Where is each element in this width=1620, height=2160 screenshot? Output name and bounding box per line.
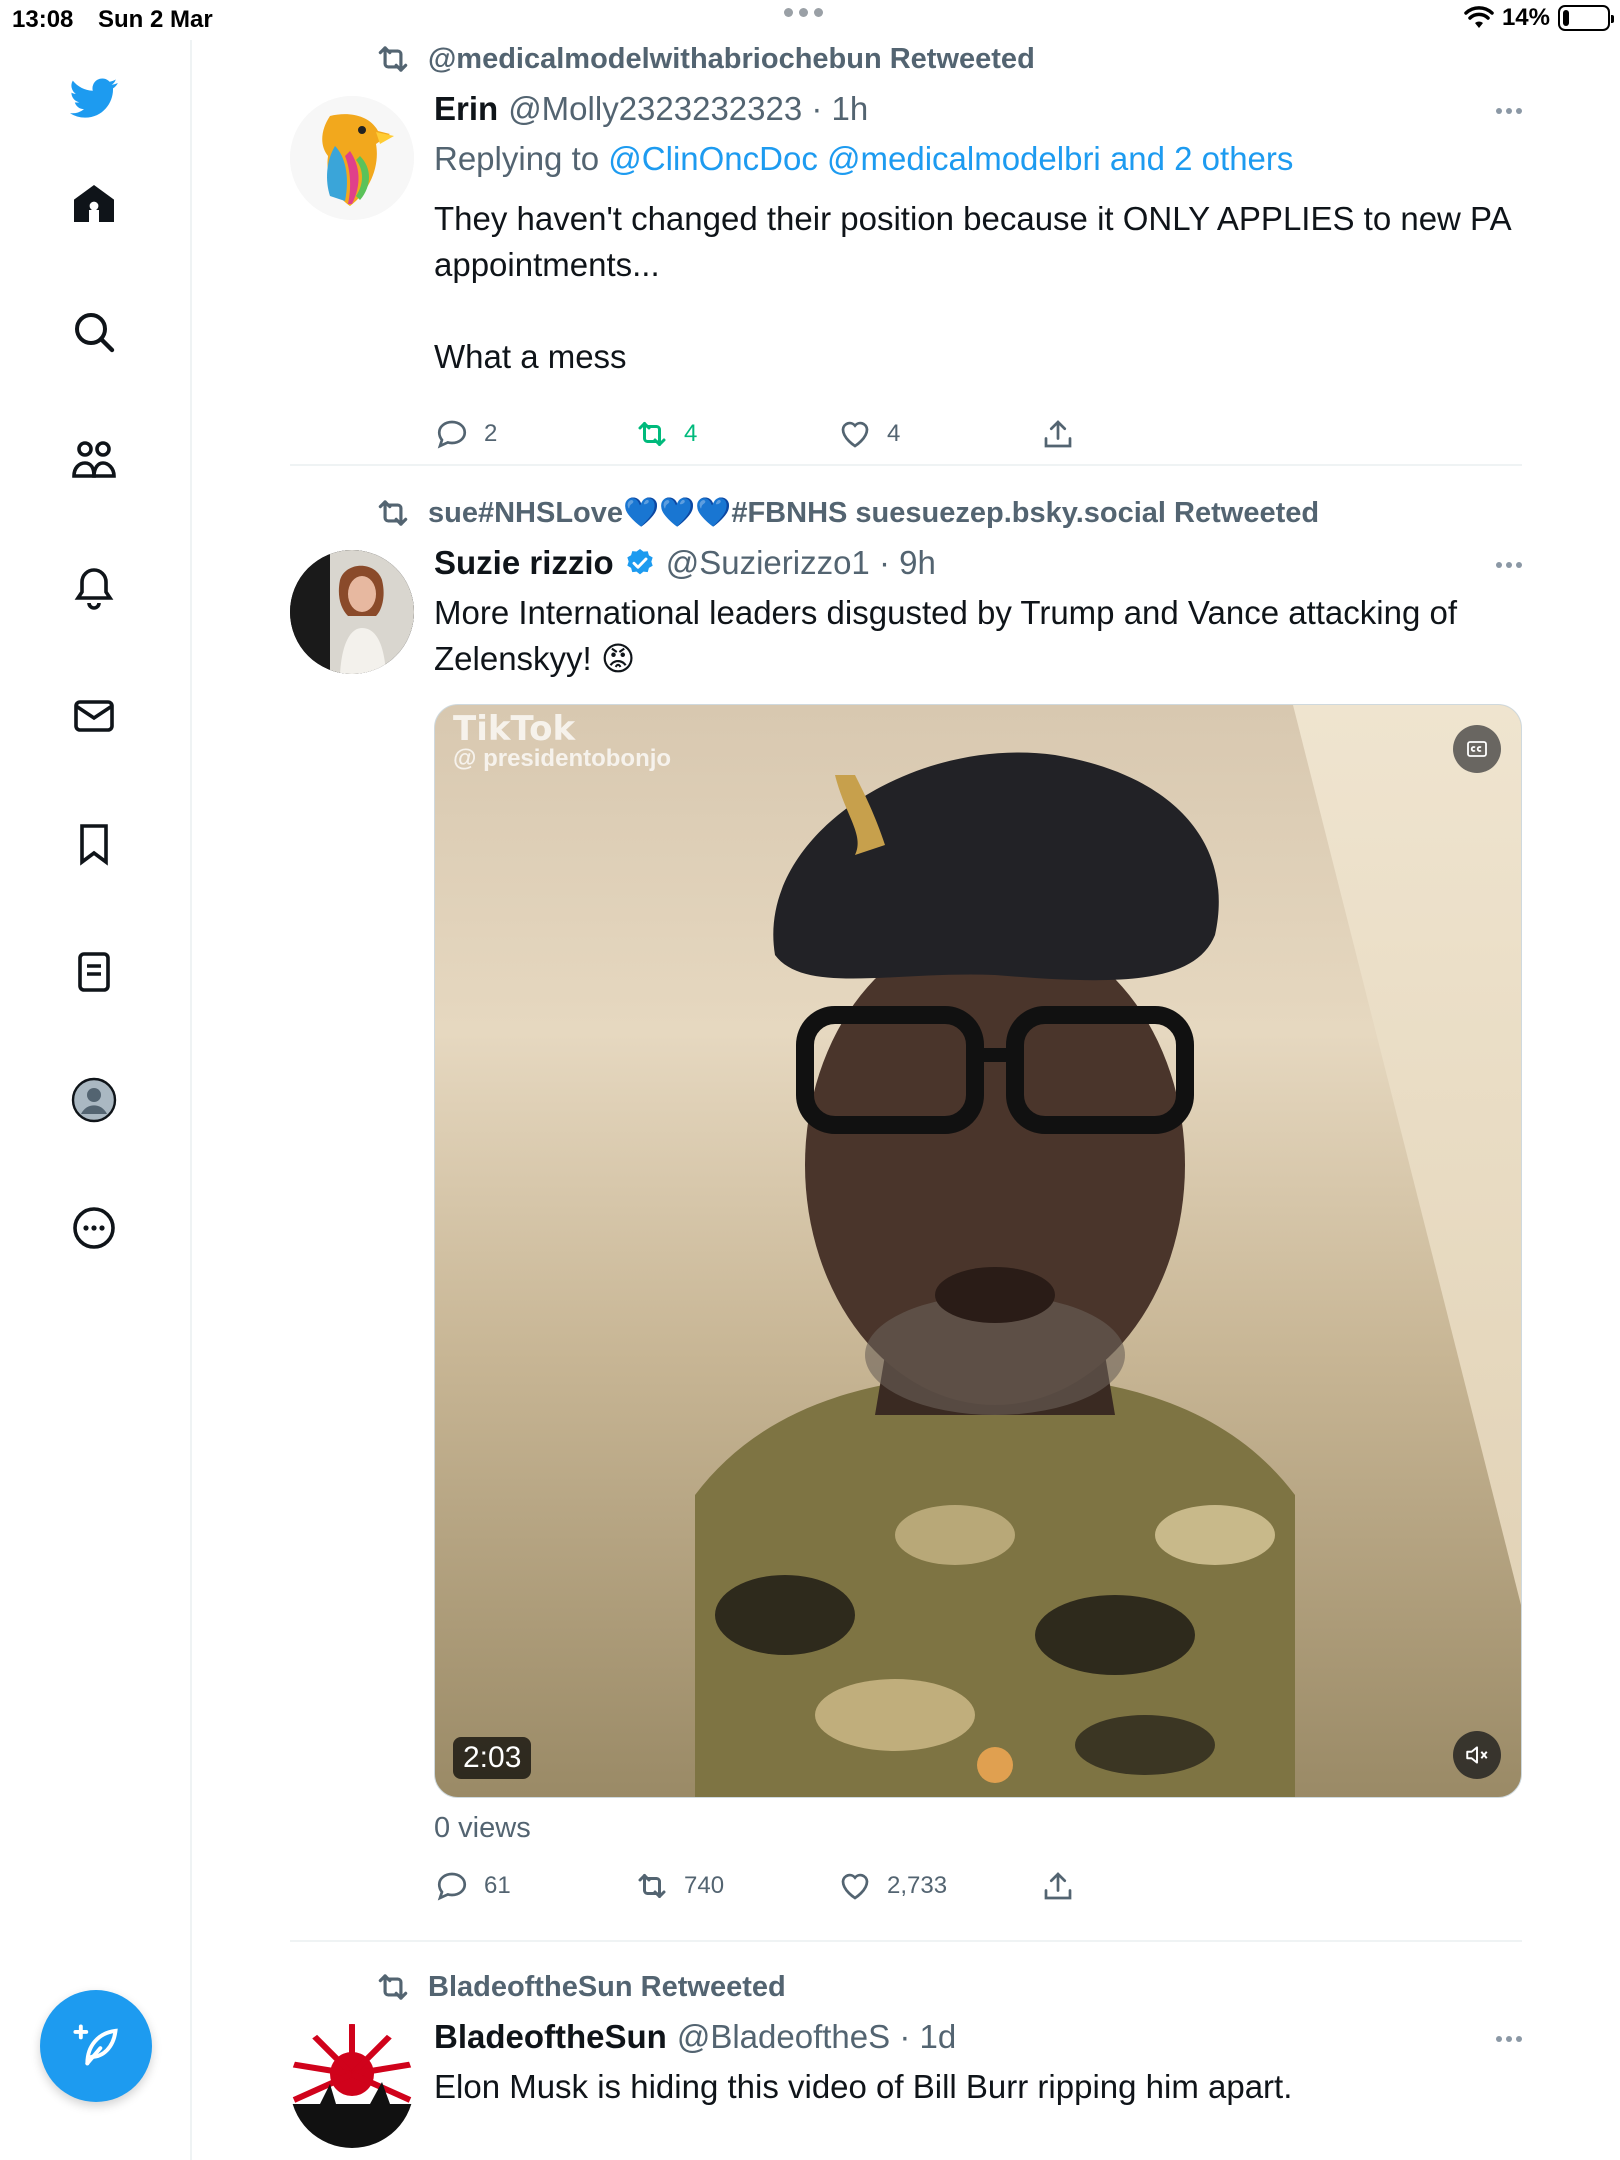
search-icon[interactable]: [66, 304, 122, 360]
messages-envelope-icon[interactable]: [66, 688, 122, 744]
author-handle-time[interactable]: @Molly2323232323 · 1h: [508, 90, 868, 128]
tweet-actions: 2 4 4: [434, 416, 1076, 452]
replying-to-prefix: Replying to: [434, 140, 600, 177]
reply-icon: [437, 1872, 467, 1901]
communities-icon[interactable]: [66, 432, 122, 488]
like-count: 2,733: [887, 1872, 948, 1899]
tweet-actions: 61 740 2,733: [434, 1868, 1076, 1904]
view-count: 0 views: [434, 1812, 531, 1844]
speaker-muted-icon: [1466, 1746, 1488, 1764]
retweet-count: 4: [684, 420, 698, 447]
retweet-context[interactable]: BladeoftheSun Retweeted: [374, 1968, 786, 2006]
tweet-divider: [290, 464, 1522, 466]
tweet-text: They haven't changed their position beca…: [434, 200, 1510, 375]
share-icon: [1044, 1872, 1072, 1900]
more-circle-icon[interactable]: [66, 1200, 122, 1256]
author-handle-time[interactable]: @BladeoftheS · 1d: [677, 2018, 956, 2056]
mute-button[interactable]: [1453, 1731, 1501, 1779]
share-button[interactable]: [1040, 1868, 1076, 1904]
like-button[interactable]: 2,733: [837, 1868, 1040, 1904]
heart-icon: [841, 421, 869, 448]
reply-count: 2: [484, 420, 498, 447]
retweet-icon: [378, 500, 408, 526]
notifications-bell-icon[interactable]: [66, 560, 122, 616]
status-indicators: 14%: [1464, 4, 1614, 32]
avatar[interactable]: [290, 2024, 414, 2148]
retweeted-by-text: sue#NHSLove💙💙💙#FBNHS suesuezep.bsky.soci…: [428, 497, 1320, 529]
like-button[interactable]: 4: [837, 416, 1040, 452]
watermark-title: TikTok: [453, 709, 576, 749]
retweet-context[interactable]: @medicalmodelwithabriochebun Retweeted: [374, 40, 1035, 78]
retweet-context[interactable]: sue#NHSLove💙💙💙#FBNHS suesuezep.bsky.soci…: [374, 494, 1319, 532]
twitter-bird-icon[interactable]: [66, 70, 122, 126]
tweet-more-button[interactable]: [1496, 108, 1522, 114]
tiktok-watermark: TikTok @ presidentobonjo: [453, 709, 671, 773]
tweet-card[interactable]: BladeoftheSun Retweeted BladeoftheSun @B…: [290, 1968, 1522, 2160]
multitasking-dots[interactable]: [784, 8, 823, 17]
retweet-button[interactable]: 4: [634, 416, 837, 452]
tweet-text: Elon Musk is hiding this video of Bill B…: [434, 2068, 1293, 2105]
sidebar-nav: [0, 40, 192, 2160]
like-count: 4: [887, 420, 901, 447]
video-duration: 2:03: [453, 1737, 532, 1779]
author-name[interactable]: Suzie rizzio: [434, 544, 614, 582]
lists-icon[interactable]: [66, 944, 122, 1000]
verified-badge-icon: [627, 549, 653, 575]
replying-to-link[interactable]: @ClinOncDoc @medicalmodelbri and 2 other…: [608, 140, 1293, 177]
avatar[interactable]: [290, 96, 414, 220]
battery-icon: [1558, 5, 1614, 31]
reply-button[interactable]: 2: [434, 416, 634, 452]
author-name[interactable]: Erin: [434, 90, 498, 128]
reply-icon: [437, 420, 467, 449]
retweeted-by-text: BladeoftheSun Retweeted: [428, 1970, 786, 2003]
status-date: Sun 2 Mar: [98, 6, 213, 33]
compose-feather-icon: [73, 2024, 118, 2066]
home-icon[interactable]: [66, 176, 122, 232]
watermark-handle: @ presidentobonjo: [453, 745, 672, 772]
retweet-count: 740: [684, 1872, 725, 1899]
retweet-button[interactable]: 740: [634, 1868, 837, 1904]
battery-percent: 14%: [1501, 4, 1550, 31]
tweet-card[interactable]: @medicalmodelwithabriochebun Retweeted E…: [290, 40, 1522, 466]
bookmark-icon[interactable]: [66, 816, 122, 872]
tweet-header: Erin @Molly2323232323 · 1h: [434, 90, 868, 128]
captions-button[interactable]: [1453, 725, 1501, 773]
author-name[interactable]: BladeoftheSun: [434, 2018, 667, 2056]
share-button[interactable]: [1040, 416, 1076, 452]
tweet-header: BladeoftheSun @BladeoftheS · 1d: [434, 2018, 956, 2056]
compose-button[interactable]: [40, 1990, 152, 2102]
author-handle-time[interactable]: @Suzierizzo1 · 9h: [666, 544, 936, 582]
profile-avatar-icon[interactable]: [66, 1072, 122, 1128]
retweet-icon: [378, 46, 408, 72]
heart-icon: [841, 1873, 869, 1900]
share-icon: [1044, 420, 1072, 448]
closed-captions-icon: [1467, 741, 1487, 757]
tweet-more-button[interactable]: [1496, 562, 1522, 568]
wifi-icon: [1464, 6, 1494, 28]
tweet-text: More International leaders disgusted by …: [434, 594, 1467, 677]
tweet-divider: [290, 1940, 1522, 1942]
tweet-more-button[interactable]: [1496, 2036, 1522, 2042]
status-time: 13:08: [12, 6, 74, 33]
retweet-icon: [638, 422, 666, 446]
tweet-header: Suzie rizzio @Suzierizzo1 · 9h: [434, 544, 936, 582]
retweeted-by-text: @medicalmodelwithabriochebun Retweeted: [428, 42, 1035, 75]
avatar[interactable]: [290, 550, 414, 674]
retweet-icon: [638, 1874, 666, 1898]
replying-to-line: Replying to @ClinOncDoc @medicalmodelbri…: [434, 136, 1522, 182]
retweet-icon: [378, 1974, 408, 2000]
tweet-card[interactable]: sue#NHSLove💙💙💙#FBNHS suesuezep.bsky.soci…: [290, 494, 1522, 1974]
video-player[interactable]: TikTok @ presidentobonjo 2:03: [434, 704, 1522, 1798]
reply-button[interactable]: 61: [434, 1868, 634, 1904]
status-bar: 13:08 Sun 2 Mar 14%: [0, 0, 1620, 40]
video-frame-person: [695, 752, 1295, 1797]
reply-count: 61: [484, 1872, 511, 1899]
